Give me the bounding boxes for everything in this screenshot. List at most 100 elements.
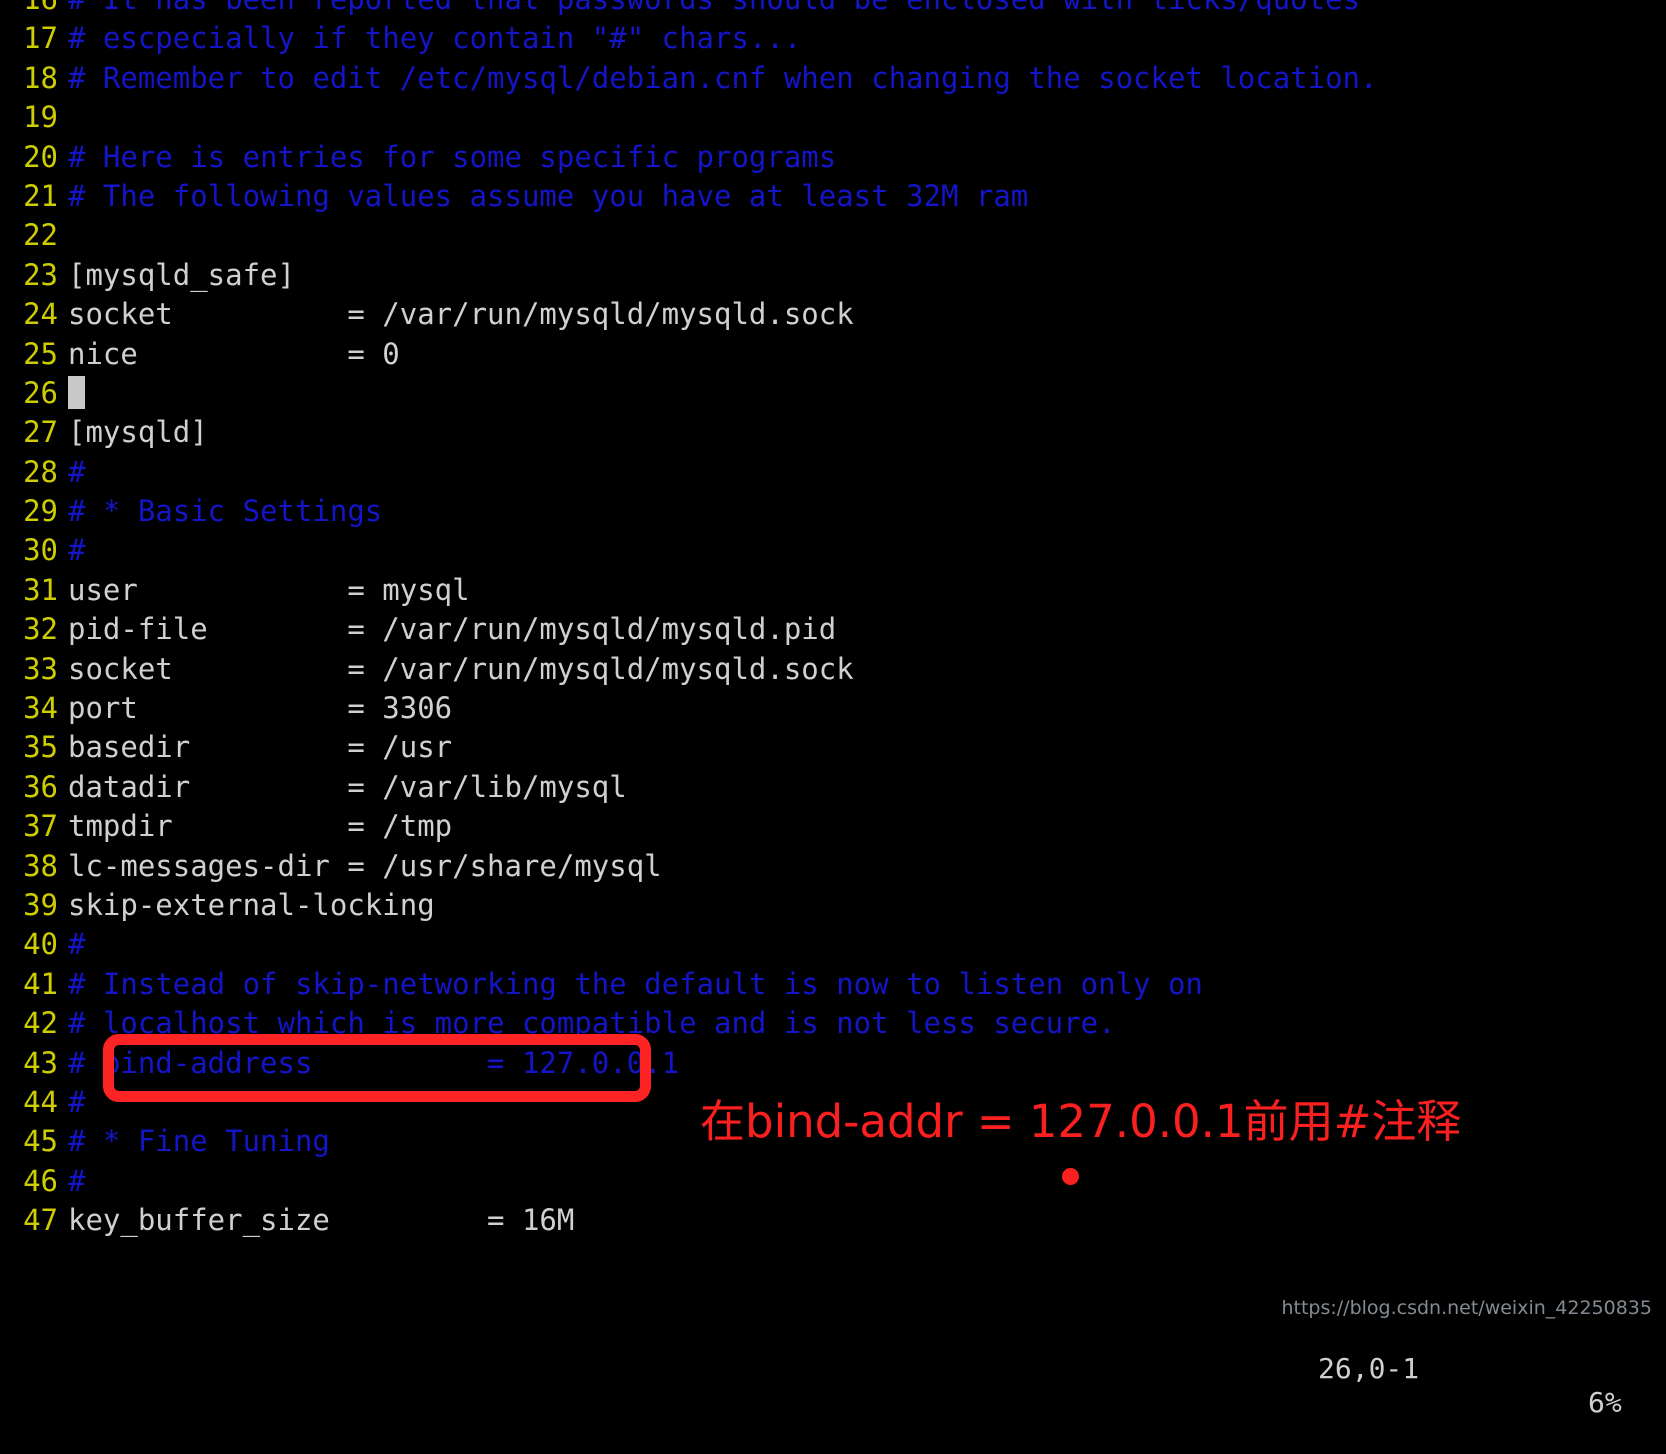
line-number: 43 — [23, 1045, 58, 1080]
code-line[interactable]: 27 [mysqld] — [0, 413, 1666, 452]
code-line-text: # — [68, 1163, 86, 1198]
line-number: 28 — [23, 454, 58, 489]
code-line-text: port = 3306 — [68, 691, 453, 726]
code-line-text: # escpecially if they contain "#" chars.… — [68, 21, 802, 56]
line-number: 18 — [23, 60, 58, 95]
annotation-text: 在bind-addr = 127.0.0.1前用#注释 — [700, 1095, 1462, 1148]
code-line[interactable]: 46 # — [0, 1162, 1666, 1201]
line-number: 47 — [23, 1203, 58, 1238]
code-line-text: skip-external-locking — [68, 887, 435, 922]
code-line-text: key_buffer_size = 16M — [68, 1203, 575, 1238]
code-line[interactable]: 47 key_buffer_size = 16M — [0, 1201, 1666, 1240]
code-line-text: [mysqld] — [68, 415, 208, 450]
code-line[interactable]: 20 # Here is entries for some specific pr… — [0, 138, 1666, 177]
code-line[interactable]: 42 # localhost which is more compatible a… — [0, 1004, 1666, 1043]
line-number: 20 — [23, 139, 58, 174]
code-line[interactable]: 24 socket = /var/run/mysqld/mysqld.sock — [0, 295, 1666, 334]
line-number: 27 — [23, 415, 58, 450]
editor-status-line: 26,0-1 6% — [0, 1318, 1666, 1419]
line-number: 19 — [23, 100, 58, 135]
line-number: 31 — [23, 572, 58, 607]
code-line-text: lc-messages-dir = /usr/share/mysql — [68, 848, 662, 883]
text-cursor — [68, 375, 85, 409]
line-number: 24 — [23, 297, 58, 332]
line-number: 46 — [23, 1163, 58, 1198]
line-number: 44 — [23, 1084, 58, 1119]
code-line[interactable]: 37 tmpdir = /tmp — [0, 807, 1666, 846]
code-line-text: # — [68, 1084, 86, 1119]
line-number: 39 — [23, 887, 58, 922]
code-line[interactable]: 19 — [0, 98, 1666, 137]
code-line[interactable]: 22 — [0, 216, 1666, 255]
code-line[interactable]: 39 skip-external-locking — [0, 886, 1666, 925]
code-line-text: socket = /var/run/mysqld/mysqld.sock — [68, 651, 854, 686]
code-line-text: # * Basic Settings — [68, 494, 383, 529]
watermark-url: https://blog.csdn.net/weixin_42250835 — [1281, 1297, 1652, 1319]
code-line[interactable]: 18 # Remember to edit /etc/mysql/debian.c… — [0, 59, 1666, 98]
line-number: 38 — [23, 848, 58, 883]
line-number: 17 — [23, 21, 58, 56]
line-number: 35 — [23, 730, 58, 765]
code-line-text: # bind-address = 127.0.0.1 — [68, 1045, 680, 1080]
annotation-dot-marker — [1062, 1168, 1079, 1185]
line-number: 21 — [23, 178, 58, 213]
line-number: 32 — [23, 612, 58, 647]
line-number: 40 — [23, 927, 58, 962]
code-line[interactable]: 43 # bind-address = 127.0.0.1 — [0, 1044, 1666, 1083]
code-line-text: socket = /var/run/mysqld/mysqld.sock — [68, 297, 854, 332]
code-line[interactable]: 29 # * Basic Settings — [0, 492, 1666, 531]
line-number: 45 — [23, 1124, 58, 1159]
line-number: 37 — [23, 809, 58, 844]
line-number: 34 — [23, 691, 58, 726]
code-line-text: tmpdir = /tmp — [68, 809, 453, 844]
line-number: 30 — [23, 533, 58, 568]
line-number: 33 — [23, 651, 58, 686]
line-number: 36 — [23, 769, 58, 804]
code-line[interactable]: 32 pid-file = /var/run/mysqld/mysqld.pid — [0, 610, 1666, 649]
code-line-text: # — [68, 454, 86, 489]
code-line[interactable]: 33 socket = /var/run/mysqld/mysqld.sock — [0, 650, 1666, 689]
code-line-text: # The following values assume you have a… — [68, 178, 1029, 213]
code-line[interactable]: 16 # It has been reported that passwords … — [0, 0, 1666, 19]
status-scroll-percent: 6% — [1588, 1386, 1622, 1419]
code-line-text: nice = 0 — [68, 336, 400, 371]
code-line-text: # * Fine Tuning — [68, 1124, 330, 1159]
code-editor-text-area[interactable]: 16 # It has been reported that passwords … — [0, 0, 1666, 1241]
code-line[interactable]: 35 basedir = /usr — [0, 728, 1666, 767]
code-line[interactable]: 23 [mysqld_safe] — [0, 256, 1666, 295]
code-line-text: # localhost which is more compatible and… — [68, 1006, 1116, 1041]
code-line-text: # — [68, 533, 86, 568]
code-line[interactable]: 28 # — [0, 453, 1666, 492]
code-line-text: # Remember to edit /etc/mysql/debian.cnf… — [68, 60, 1378, 95]
terminal-window[interactable]: 16 # It has been reported that passwords … — [0, 0, 1666, 1419]
code-line[interactable]: 26 — [0, 374, 1666, 413]
line-number: 29 — [23, 494, 58, 529]
code-line[interactable]: 17 # escpecially if they contain "#" char… — [0, 19, 1666, 58]
line-number: 41 — [23, 966, 58, 1001]
code-line[interactable]: 40 # — [0, 925, 1666, 964]
line-number: 23 — [23, 257, 58, 292]
code-line[interactable]: 21 # The following values assume you have… — [0, 177, 1666, 216]
code-line-text: pid-file = /var/run/mysqld/mysqld.pid — [68, 612, 837, 647]
line-number: 16 — [0, 0, 58, 19]
code-line-text: [mysqld_safe] — [68, 257, 295, 292]
code-line[interactable]: 30 # — [0, 531, 1666, 570]
code-line-text: # — [68, 927, 86, 962]
code-line[interactable]: 36 datadir = /var/lib/mysql — [0, 768, 1666, 807]
code-line-text: user = mysql — [68, 572, 470, 607]
code-line-text: datadir = /var/lib/mysql — [68, 769, 627, 804]
code-line-text: basedir = /usr — [68, 730, 453, 765]
code-line[interactable]: 34 port = 3306 — [0, 689, 1666, 728]
code-line-text: # Here is entries for some specific prog… — [68, 139, 837, 174]
status-cursor-position: 26,0-1 — [1318, 1352, 1420, 1385]
line-number: 22 — [23, 218, 58, 253]
code-line[interactable]: 31 user = mysql — [0, 571, 1666, 610]
code-line-text: # Instead of skip-networking the default… — [68, 966, 1203, 1001]
code-line[interactable]: 25 nice = 0 — [0, 335, 1666, 374]
code-line[interactable]: 41 # Instead of skip-networking the defau… — [0, 965, 1666, 1004]
line-number: 25 — [23, 336, 58, 371]
line-number: 42 — [23, 1006, 58, 1041]
line-number: 26 — [23, 375, 58, 410]
code-line[interactable]: 38 lc-messages-dir = /usr/share/mysql — [0, 847, 1666, 886]
code-line-text: # It has been reported that passwords sh… — [68, 0, 1360, 16]
